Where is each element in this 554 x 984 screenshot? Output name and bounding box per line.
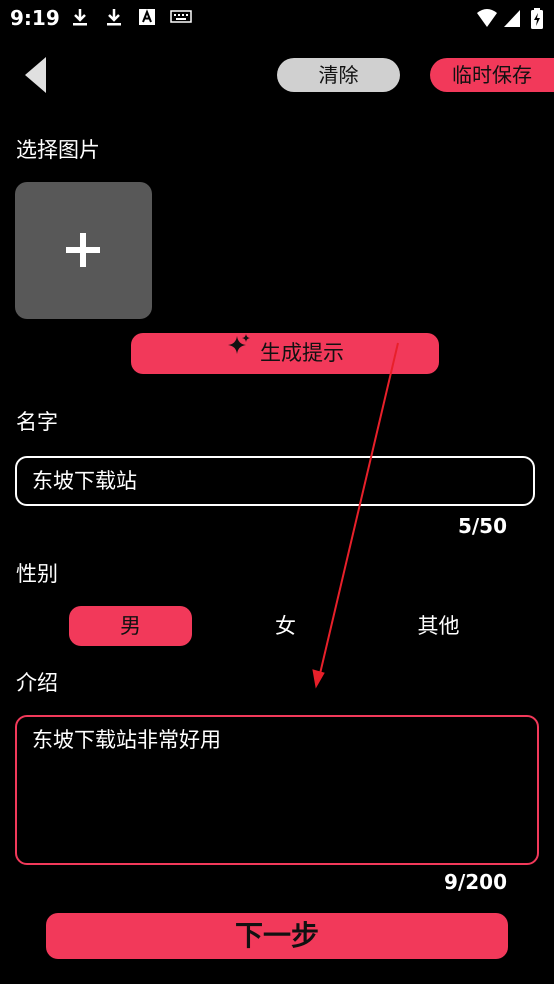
generate-hint-button[interactable]: 生成提示	[131, 333, 439, 374]
status-time: 9:19	[10, 6, 60, 30]
back-triangle-icon	[25, 57, 46, 93]
intro-char-counter: 9/200	[444, 870, 507, 894]
wifi-icon	[476, 8, 498, 28]
gender-section-label: 性别	[16, 562, 58, 586]
image-picker[interactable]	[15, 182, 152, 319]
gender-option-female[interactable]: 女	[224, 606, 347, 646]
image-section-label: 选择图片	[16, 138, 100, 162]
clear-button[interactable]: 清除	[277, 58, 400, 92]
temp-save-button[interactable]: 临时保存	[430, 58, 554, 92]
gender-option-other[interactable]: 其他	[377, 606, 500, 646]
name-input[interactable]: 东坡下载站	[15, 456, 535, 506]
keyboard-icon	[170, 8, 192, 28]
next-step-button[interactable]: 下一步	[46, 913, 508, 959]
plus-icon	[66, 233, 100, 267]
intro-textarea[interactable]: 东坡下载站非常好用	[15, 715, 539, 865]
sparkle-icon	[226, 332, 252, 373]
battery-charging-icon	[530, 8, 544, 29]
gender-option-male[interactable]: 男	[69, 606, 192, 646]
download-icon	[104, 8, 124, 28]
back-button[interactable]	[20, 54, 54, 96]
text-a-icon	[138, 8, 158, 28]
download-icon	[70, 8, 90, 28]
generate-hint-label: 生成提示	[260, 341, 344, 365]
status-bar: 9:19	[0, 0, 554, 36]
signal-icon	[503, 8, 523, 28]
name-section-label: 名字	[16, 410, 58, 434]
intro-section-label: 介绍	[16, 671, 58, 695]
name-char-counter: 5/50	[457, 514, 507, 538]
